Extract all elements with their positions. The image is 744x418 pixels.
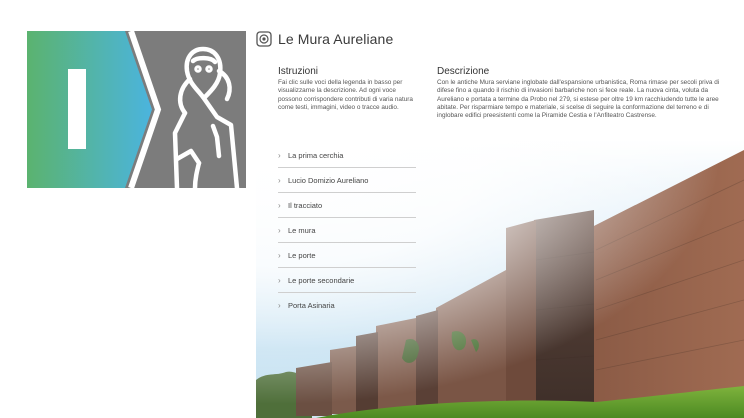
page-header: Le Mura Aureliane (256, 29, 393, 49)
chevron-right-icon: › (278, 300, 281, 310)
menu-item-le-porte[interactable]: › Le porte (278, 243, 416, 268)
legend-menu: › La prima cerchia › Lucio Domizio Aurel… (278, 143, 416, 317)
menu-item-aureliano[interactable]: › Lucio Domizio Aureliano (278, 168, 416, 193)
descrizione-line: Aureliano e portata a termine da Probo n… (437, 95, 719, 103)
menu-item-label: La prima cerchia (288, 150, 344, 160)
chevron-right-icon: › (278, 275, 281, 285)
app-logo (27, 31, 246, 188)
istruzioni-line: come testi, immagini, video o tracce aud… (278, 103, 399, 111)
menu-item-label: Le porte secondarie (288, 275, 355, 285)
descrizione-line: Con le antiche Mura serviane inglobate d… (437, 79, 720, 86)
chevron-right-icon: › (278, 250, 281, 260)
chevron-right-icon: › (278, 150, 281, 160)
menu-item-label: Le porte (288, 250, 316, 260)
istruzioni-line: possono corrispondere contributi di vari… (278, 95, 413, 103)
menu-item-label: Le mura (288, 225, 316, 235)
descrizione-heading: Descrizione (437, 66, 490, 77)
istruzioni-heading: Istruzioni (278, 66, 319, 77)
numeral-one-icon (68, 69, 86, 149)
page-title: Le Mura Aureliane (278, 31, 394, 47)
menu-item-label: Lucio Domizio Aureliano (288, 175, 369, 185)
chevron-right-icon: › (278, 175, 281, 185)
descrizione-line: abitate. Per risparmiare tempo e materia… (437, 103, 709, 111)
descrizione-text: Con le antiche Mura serviane inglobate d… (437, 79, 742, 121)
istruzioni-text: Fai clic sulle voci della legenda in bas… (278, 79, 428, 112)
istruzioni-line: Fai clic sulle voci della legenda in bas… (278, 79, 403, 86)
audio-guide-icon[interactable] (256, 31, 272, 47)
descrizione-line: inglobare edifici preesistenti come la P… (437, 112, 657, 120)
menu-item-porta-asinaria[interactable]: › Porta Asinaria (278, 293, 416, 317)
menu-item-il-tracciato[interactable]: › Il tracciato (278, 193, 416, 218)
menu-item-label: Porta Asinaria (288, 300, 335, 310)
descrizione-line: difese fino a quando il rischio di invas… (437, 87, 709, 95)
chevron-right-icon: › (278, 200, 281, 210)
menu-item-label: Il tracciato (288, 200, 323, 210)
istruzioni-line: visualizzarne la descrizione. Ad ogni vo… (278, 87, 396, 95)
menu-item-la-prima-cerchia[interactable]: › La prima cerchia (278, 143, 416, 168)
menu-item-le-porte-secondarie[interactable]: › Le porte secondarie (278, 268, 416, 293)
chevron-right-icon: › (278, 225, 281, 235)
menu-item-le-mura[interactable]: › Le mura (278, 218, 416, 243)
